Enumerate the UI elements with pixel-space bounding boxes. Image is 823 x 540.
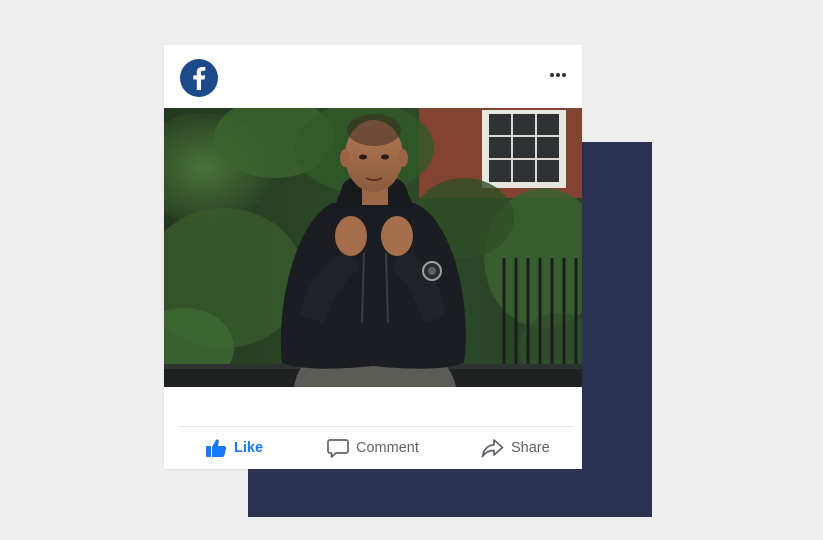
share-arrow-icon [481,438,504,458]
thumbs-up-icon [205,438,227,458]
like-label: Like [234,440,264,456]
comment-label: Comment [356,440,419,456]
share-label: Share [511,440,550,456]
facebook-logo-icon[interactable] [180,59,218,97]
post-header [164,45,582,108]
facebook-post-card: Like Comment Share [164,45,582,469]
post-photo[interactable] [164,108,582,387]
like-button[interactable]: Like [205,429,263,467]
share-button[interactable]: Share [481,429,550,467]
actions-divider [178,426,574,427]
more-options-icon[interactable] [549,69,567,81]
post-actions-bar: Like Comment Share [164,429,582,467]
speech-bubble-icon [327,438,349,459]
comment-button[interactable]: Comment [327,429,419,467]
